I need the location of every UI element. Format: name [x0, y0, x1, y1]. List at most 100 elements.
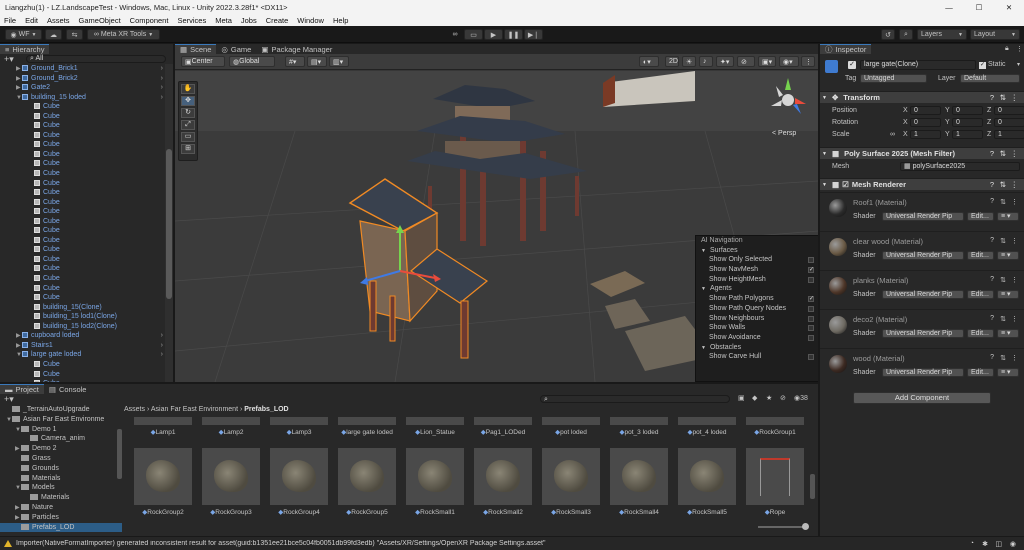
- hierarchy-row[interactable]: building_15 lod2(Clone): [0, 322, 173, 332]
- open-prefab-icon[interactable]: ›: [161, 64, 163, 74]
- favorite-icon[interactable]: ★: [766, 394, 772, 402]
- ai-nav-option[interactable]: Show NavMesh ✓: [696, 265, 818, 275]
- close-button[interactable]: ✕: [994, 3, 1024, 12]
- inspector-lock-icon[interactable]: 🔒︎: [1005, 45, 1009, 53]
- asset-tile[interactable]: ◆Lion_Statue: [406, 417, 464, 436]
- hierarchy-row[interactable]: ▶ Ground_Brick2 ›: [0, 74, 173, 84]
- lighting-icon[interactable]: ☀: [682, 56, 696, 67]
- hierarchy-row[interactable]: Cube: [0, 121, 173, 131]
- ai-nav-checkbox[interactable]: [808, 305, 814, 312]
- menu-create[interactable]: Create: [266, 16, 289, 25]
- hierarchy-row[interactable]: Cube: [0, 140, 173, 150]
- ai-nav-checkbox[interactable]: [808, 315, 814, 322]
- hierarchy-row[interactable]: ▼ building_15 loded ›: [0, 93, 173, 103]
- tab-scene[interactable]: ▦ Scene: [175, 44, 217, 54]
- menu-edit[interactable]: Edit: [25, 16, 38, 25]
- layout-dropdown[interactable]: Layout ▼: [970, 29, 1020, 40]
- help-icon[interactable]: ?: [990, 237, 994, 244]
- ai-nav-option[interactable]: Show Neighbours: [696, 314, 818, 324]
- ai-nav-checkbox[interactable]: [808, 257, 814, 264]
- preset-icon[interactable]: ⇅: [1000, 237, 1006, 245]
- edit-shader-button[interactable]: Edit...: [967, 368, 994, 377]
- transform-y-field[interactable]: 0: [952, 106, 983, 115]
- list-options-icon[interactable]: ≡ ▾: [997, 212, 1019, 221]
- asset-tile[interactable]: ◆RockGroup1: [746, 417, 804, 436]
- menu-assets[interactable]: Assets: [47, 16, 70, 25]
- help-icon[interactable]: ?: [990, 315, 994, 322]
- folder-tree-item[interactable]: Grounds: [0, 464, 122, 474]
- breadcrumb-asian-far-east[interactable]: Asian Far East Environment: [151, 406, 238, 413]
- hierarchy-row[interactable]: Cube: [0, 198, 173, 208]
- constrain-proportions-icon[interactable]: ∞: [890, 131, 895, 138]
- shader-dropdown[interactable]: Universal Render Pip: [882, 212, 964, 221]
- debug-icon[interactable]: ✱: [982, 540, 988, 548]
- hierarchy-row[interactable]: Cube: [0, 188, 173, 198]
- material-name[interactable]: deco2 (Material): [853, 315, 907, 324]
- hierarchy-row[interactable]: Cube: [0, 102, 173, 112]
- material-name[interactable]: Roof1 (Material): [853, 198, 907, 207]
- hierarchy-row[interactable]: ▶ Ground_Brick1 ›: [0, 64, 173, 74]
- preset-icon[interactable]: ⇅: [1000, 198, 1006, 206]
- transform-z-field[interactable]: 0: [994, 118, 1024, 127]
- layers-dropdown[interactable]: Layers ▼: [917, 29, 967, 40]
- material-name[interactable]: planks (Material): [853, 276, 908, 285]
- ai-nav-option[interactable]: Show Carve Hull: [696, 352, 818, 362]
- folder-tree-item[interactable]: Prefabs_LOD: [0, 522, 122, 533]
- shader-dropdown[interactable]: Universal Render Pip: [882, 290, 964, 299]
- open-prefab-icon[interactable]: ›: [161, 83, 163, 93]
- help-icon[interactable]: ?: [990, 198, 994, 205]
- menu-file[interactable]: File: [4, 16, 16, 25]
- hidden-objects-icon[interactable]: ⊘: [737, 56, 755, 67]
- asset-tile[interactable]: ◆large gate loded: [338, 417, 396, 436]
- rotate-tool-icon[interactable]: ↻: [181, 108, 195, 118]
- hierarchy-row[interactable]: building_15 lod1(Clone): [0, 312, 173, 322]
- ai-nav-checkbox[interactable]: [808, 334, 814, 341]
- folder-tree-item[interactable]: Materials: [0, 493, 122, 503]
- status-bar[interactable]: Importer(NativeFormatImporter) generated…: [0, 537, 1024, 550]
- component-more-icon[interactable]: ⋮: [1011, 315, 1018, 323]
- hierarchy-row[interactable]: Cube: [0, 370, 173, 380]
- edit-shader-button[interactable]: Edit...: [967, 290, 994, 299]
- gizmos-icon[interactable]: ◉▾: [779, 56, 799, 67]
- active-checkbox[interactable]: ✓: [848, 61, 856, 69]
- menu-help[interactable]: Help: [333, 16, 348, 25]
- asset-tile[interactable]: ◆Lamp2: [202, 417, 260, 436]
- console-toggle-icon[interactable]: ◉: [1010, 540, 1016, 548]
- hierarchy-scrollbar[interactable]: [165, 64, 173, 382]
- ai-nav-checkbox[interactable]: ✓: [808, 267, 814, 274]
- ai-nav-option[interactable]: Show Avoidance: [696, 333, 818, 343]
- camera-icon[interactable]: ▣▾: [758, 56, 776, 67]
- hierarchy-row[interactable]: Cube: [0, 207, 173, 217]
- orientation-gizmo[interactable]: [763, 78, 813, 133]
- component-more-icon[interactable]: ⋮: [1011, 276, 1018, 284]
- transform-z-field[interactable]: 0: [994, 106, 1024, 115]
- hierarchy-row[interactable]: building_15(Clone): [0, 303, 173, 313]
- 2d-toggle[interactable]: 2D: [665, 56, 679, 67]
- draw-mode-icon[interactable]: ◐▾: [639, 56, 659, 67]
- asset-tile[interactable]: ◆RockGroup2: [134, 448, 192, 516]
- space-dropdown[interactable]: ◍ Global: [229, 56, 275, 67]
- hierarchy-row[interactable]: Cube: [0, 379, 173, 382]
- pivot-dropdown[interactable]: ▣ Center: [181, 56, 225, 67]
- asset-tile[interactable]: ◆pot_4 loded: [678, 417, 736, 436]
- ai-nav-option[interactable]: Show HeightMesh: [696, 275, 818, 285]
- tag-dropdown[interactable]: Untagged: [860, 74, 927, 83]
- folder-tree-item[interactable]: ▼ Models: [0, 483, 122, 493]
- component-more-icon[interactable]: ⋮: [1011, 149, 1019, 158]
- edit-shader-button[interactable]: Edit...: [967, 329, 994, 338]
- ai-nav-section-header[interactable]: ▼ Agents: [696, 284, 818, 294]
- component-more-icon[interactable]: ⋮: [1011, 237, 1018, 245]
- transform-tool-icon[interactable]: ⊞: [181, 144, 195, 154]
- hierarchy-row[interactable]: Cube: [0, 226, 173, 236]
- tab-inspector[interactable]: ⓘ Inspector: [820, 44, 872, 54]
- hierarchy-row[interactable]: Cube: [0, 245, 173, 255]
- mesh-renderer-header[interactable]: ▼ ▦ ☑ Mesh Renderer ? ⇅ ⋮: [820, 178, 1024, 190]
- asset-tile[interactable]: ◆Lamp1: [134, 417, 192, 436]
- hierarchy-row[interactable]: Cube: [0, 264, 173, 274]
- move-tool-icon[interactable]: ✥: [181, 96, 195, 106]
- asset-tile[interactable]: ◆RockGroup5: [338, 448, 396, 516]
- transform-x-field[interactable]: 0: [910, 106, 941, 115]
- folder-tree-item[interactable]: ▶ Nature: [0, 503, 122, 513]
- preset-icon[interactable]: ⇅: [1000, 315, 1006, 323]
- pause-button[interactable]: ❚❚: [504, 29, 523, 40]
